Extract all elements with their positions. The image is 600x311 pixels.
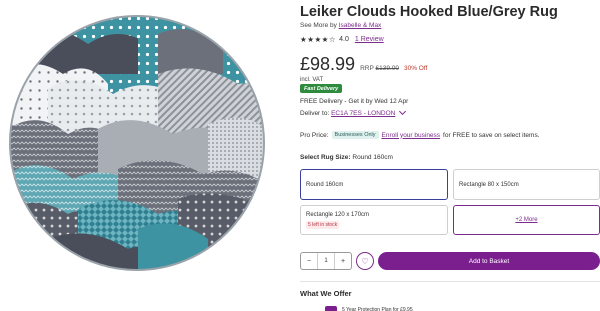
rug-size-label: Select Rug Size: Round 160cm <box>300 154 393 161</box>
deliver-to: Deliver to: EC1A 7ES - LONDON <box>300 107 407 117</box>
rrp: RRP £139.00 <box>360 65 399 72</box>
pro-price-row: Pro Price: Businesses Only Enroll your b… <box>300 131 540 139</box>
quantity-stepper: − 1 + <box>300 252 352 270</box>
rug-illustration <box>9 15 265 271</box>
what-we-offer-heading: What We Offer <box>300 289 352 298</box>
enroll-business-link[interactable]: Enroll your business <box>382 132 441 139</box>
heart-icon: ♡ <box>361 256 369 266</box>
pro-suffix: for FREE to save on select items. <box>443 131 540 139</box>
price-row: £98.99 RRP £139.00 30% Off <box>300 54 427 75</box>
protection-plan-text: 5 Year Protection Plan for £9.95 <box>342 307 413 311</box>
discount-badge: 30% Off <box>403 65 428 72</box>
postcode-link[interactable]: EC1A 7ES - LONDON <box>331 110 395 117</box>
product-title: Leiker Clouds Hooked Blue/Grey Rug <box>300 4 558 20</box>
wishlist-button[interactable]: ♡ <box>356 252 374 270</box>
rrp-label: RRP <box>360 65 374 72</box>
divider <box>300 281 600 282</box>
quantity-input[interactable]: 1 <box>317 253 335 269</box>
stock-badge: 5 left in stock <box>306 220 340 229</box>
pro-price-label: Pro Price: <box>300 131 329 139</box>
rrp-value: £139.00 <box>375 65 399 72</box>
reviews-link[interactable]: 1 Review <box>355 36 384 43</box>
price: £98.99 <box>300 54 356 74</box>
rating-row: ★★★★☆ 4.0 1 Review <box>300 35 384 44</box>
vat-note: incl. VAT <box>300 77 324 83</box>
chevron-down-icon[interactable] <box>399 107 407 116</box>
size-option-label: Rectangle 120 x 170cm <box>306 211 370 218</box>
size-option-label: Rectangle 80 x 150cm <box>459 181 519 188</box>
deliver-to-label: Deliver to: <box>300 110 332 117</box>
rug-size-label-text: Select Rug Size: <box>300 154 351 161</box>
size-option-rect-120x170[interactable]: Rectangle 120 x 170cm 5 left in stock <box>300 205 448 235</box>
star-rating-icon: ★★★★☆ <box>300 35 337 44</box>
size-option-label: Round 160cm <box>306 181 344 188</box>
see-more-prefix: See More by <box>300 22 339 29</box>
more-sizes-button[interactable]: +2 More <box>453 205 600 235</box>
product-image[interactable] <box>8 14 266 272</box>
decrease-quantity-button[interactable]: − <box>301 258 317 265</box>
add-to-basket-button[interactable]: Add to Basket <box>378 252 600 270</box>
product-info-panel: Leiker Clouds Hooked Blue/Grey Rug See M… <box>300 0 600 311</box>
size-option-round-160[interactable]: Round 160cm <box>300 169 448 200</box>
fast-delivery-badge: Fast Delivery <box>300 84 343 93</box>
size-option-rect-80x150[interactable]: Rectangle 80 x 150cm <box>453 169 600 200</box>
rug-size-selected: Round 160cm <box>352 154 393 161</box>
free-delivery-text: FREE Delivery - Get it by Wed 12 Apr <box>300 98 409 105</box>
rating-value: 4.0 <box>339 36 349 43</box>
protection-plan-icon <box>325 306 337 311</box>
brand-link[interactable]: Isabelle & Max <box>339 22 382 29</box>
see-more-line: See More by Isabelle & Max <box>300 22 381 29</box>
increase-quantity-button[interactable]: + <box>335 258 351 265</box>
businesses-only-badge: Businesses Only <box>331 131 379 139</box>
